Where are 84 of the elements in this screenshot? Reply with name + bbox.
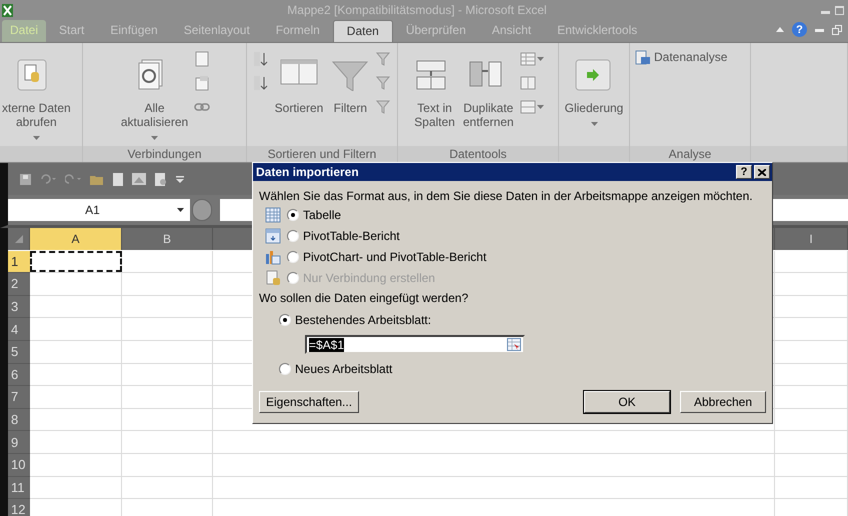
row-header[interactable]: 2 — [8, 273, 30, 296]
group-label: Verbindungen — [83, 146, 246, 162]
row-header[interactable]: 8 — [8, 408, 30, 432]
undo-icon[interactable] — [40, 174, 56, 184]
dialog-button[interactable]: OK — [584, 391, 670, 413]
customize-icon[interactable] — [176, 175, 184, 183]
ribbon-button[interactable]: Gliederung — [562, 47, 626, 146]
radio-button[interactable]: Tabelle — [287, 208, 342, 222]
insert-function-button[interactable] — [192, 199, 212, 221]
row-header[interactable]: 6 — [8, 364, 30, 386]
document-icon[interactable] — [194, 51, 210, 67]
ribbon-button[interactable] — [520, 99, 544, 115]
caret-icon — [32, 136, 40, 140]
ribbon-button[interactable]: Datenanalyse — [633, 47, 730, 67]
group-label: Sortieren und Filtern — [247, 146, 397, 162]
instruction-text: Wählen Sie das Format aus, in dem Sie diese Daten in der Arbeitsmappe anzeigen möchten. — [259, 189, 754, 203]
radio-button[interactable]: Bestehendes Arbeitsblatt: — [279, 313, 766, 327]
radio-button[interactable]: PivotChart- und PivotTable-Bericht — [287, 250, 486, 264]
column-header[interactable]: A — [30, 228, 122, 250]
row-header[interactable]: 7 — [8, 386, 30, 409]
picture-frame-icon[interactable] — [132, 173, 146, 185]
row-header[interactable]: 12 — [8, 499, 30, 516]
table-icon — [265, 207, 281, 223]
input-field[interactable]: =$A$1 — [305, 335, 525, 354]
row-header[interactable]: 4 — [8, 318, 30, 341]
folder-icon[interactable] — [90, 174, 104, 184]
spreadsheet-app-icon — [2, 4, 13, 16]
row-header[interactable]: 9 — [8, 431, 30, 454]
restore-icon[interactable] — [832, 24, 842, 34]
connection-document-icon — [265, 270, 281, 286]
question-text: Wo sollen die Daten eingefügt werden? — [259, 291, 470, 305]
collapse-dialog-icon[interactable] — [507, 338, 521, 351]
ribbon-button[interactable]: Alle aktualisieren — [118, 47, 190, 146]
funnel-icon[interactable] — [375, 75, 392, 91]
document-icon[interactable] — [194, 75, 210, 91]
group-label: Analyse — [630, 146, 750, 162]
dialog-button[interactable]: Eigenschaften... — [259, 391, 360, 413]
caret-icon — [536, 57, 544, 61]
funnel-icon[interactable] — [375, 99, 392, 115]
column-header[interactable]: B — [122, 228, 213, 250]
close-icon — [758, 168, 766, 176]
ribbon-button[interactable] — [520, 51, 544, 67]
row-header[interactable]: 10 — [8, 454, 30, 477]
document-icon[interactable] — [113, 172, 123, 186]
caret-icon — [536, 105, 544, 109]
sort-descending-icon[interactable] — [252, 75, 269, 91]
ribbon-button[interactable]: Sortieren — [272, 47, 326, 146]
caret-icon — [590, 122, 598, 126]
group-label: Datentools — [398, 146, 558, 162]
pivot-table-icon — [265, 228, 281, 244]
row-header[interactable]: 1 — [8, 250, 30, 274]
table-icon — [635, 49, 651, 65]
dialog-title: Daten importieren — [256, 165, 360, 179]
funnel-icon[interactable] — [375, 51, 392, 67]
radio-button[interactable]: Neues Arbeitsblatt — [279, 362, 766, 376]
select-all-icon[interactable] — [14, 235, 22, 243]
ribbon-button[interactable]: Text in Spalten — [412, 47, 457, 146]
row-header[interactable]: 11 — [8, 476, 30, 500]
print-preview-icon[interactable] — [155, 172, 167, 186]
ribbon-tab[interactable]: Daten — [332, 20, 393, 42]
redo-icon[interactable] — [65, 174, 81, 184]
table-icon[interactable] — [520, 75, 536, 91]
ribbon-button[interactable]: Filtern — [329, 47, 372, 146]
close-button[interactable] — [754, 165, 770, 179]
pivot-chart-icon — [265, 249, 281, 265]
table-icon — [520, 99, 536, 115]
maximize-icon[interactable] — [835, 6, 844, 14]
filter-icon — [331, 59, 370, 91]
column-header[interactable]: I — [775, 228, 848, 250]
ribbon-button[interactable]: xterne Daten abrufen — [0, 47, 73, 146]
help-button[interactable]: ? — [736, 165, 752, 179]
help-button[interactable]: ? — [792, 22, 807, 37]
radio-button[interactable]: PivotTable-Bericht — [287, 229, 400, 243]
table-icon — [520, 51, 536, 67]
save-icon[interactable] — [20, 174, 31, 184]
sort-ascending-icon[interactable] — [252, 51, 269, 67]
collapse-ribbon-icon[interactable] — [776, 27, 784, 32]
row-header[interactable]: 3 — [8, 296, 30, 318]
dialog-button[interactable]: Abbrechen — [680, 391, 766, 413]
name-box[interactable]: A1 — [8, 199, 190, 221]
ribbon-button[interactable]: Duplikate entfernen — [460, 47, 516, 146]
row-header[interactable]: 5 — [8, 340, 30, 364]
caret-icon — [177, 208, 184, 212]
caret-icon — [151, 136, 158, 140]
